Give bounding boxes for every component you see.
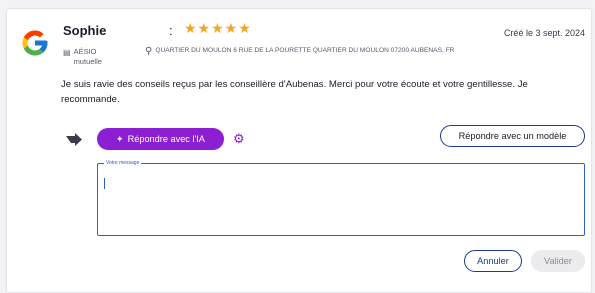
reply-with-ai-button[interactable]: ✦ Répondre avec l'IA (97, 128, 224, 150)
review-date: Créé le 3 sept. 2024 (503, 28, 585, 38)
reply-with-ai-label: Répondre avec l'IA (127, 134, 205, 144)
reply-with-template-button[interactable]: Répondre avec un modèle (440, 125, 585, 147)
company-info: ▤ AÉSIO mutuelle (63, 47, 114, 67)
sparkles-icon: ✦ (116, 133, 124, 144)
cancel-button[interactable]: Annuler (464, 250, 522, 272)
message-input[interactable] (102, 170, 576, 232)
message-field-label: Votre message (104, 159, 142, 167)
google-logo-icon (22, 30, 48, 56)
gear-icon[interactable]: ⚙ (233, 132, 245, 146)
building-icon: ▤ (63, 48, 71, 57)
name-separator: : (169, 23, 173, 38)
reply-arrow-icon (66, 133, 82, 146)
validate-button[interactable]: Valider (531, 250, 585, 272)
address-info: ⚲ QUARTIER DU MOULON 6 RUE DE LA POURETT… (145, 46, 485, 57)
text-caret (104, 178, 105, 189)
review-text: Je suis ravie des conseils reçus par les… (61, 79, 528, 105)
company-name: AÉSIO mutuelle (73, 47, 102, 66)
address-text: QUARTIER DU MOULON 6 RUE DE LA POURETTE … (155, 47, 455, 54)
reviewer-name: Sophie (63, 23, 107, 38)
location-pin-icon: ⚲ (145, 46, 153, 57)
message-field[interactable]: Votre message (97, 159, 585, 236)
star-rating: ★★★★★ (184, 20, 252, 36)
review-card: Sophie : ★★★★★ ▤ AÉSIO mutuelle ⚲ QUARTI… (6, 8, 592, 293)
